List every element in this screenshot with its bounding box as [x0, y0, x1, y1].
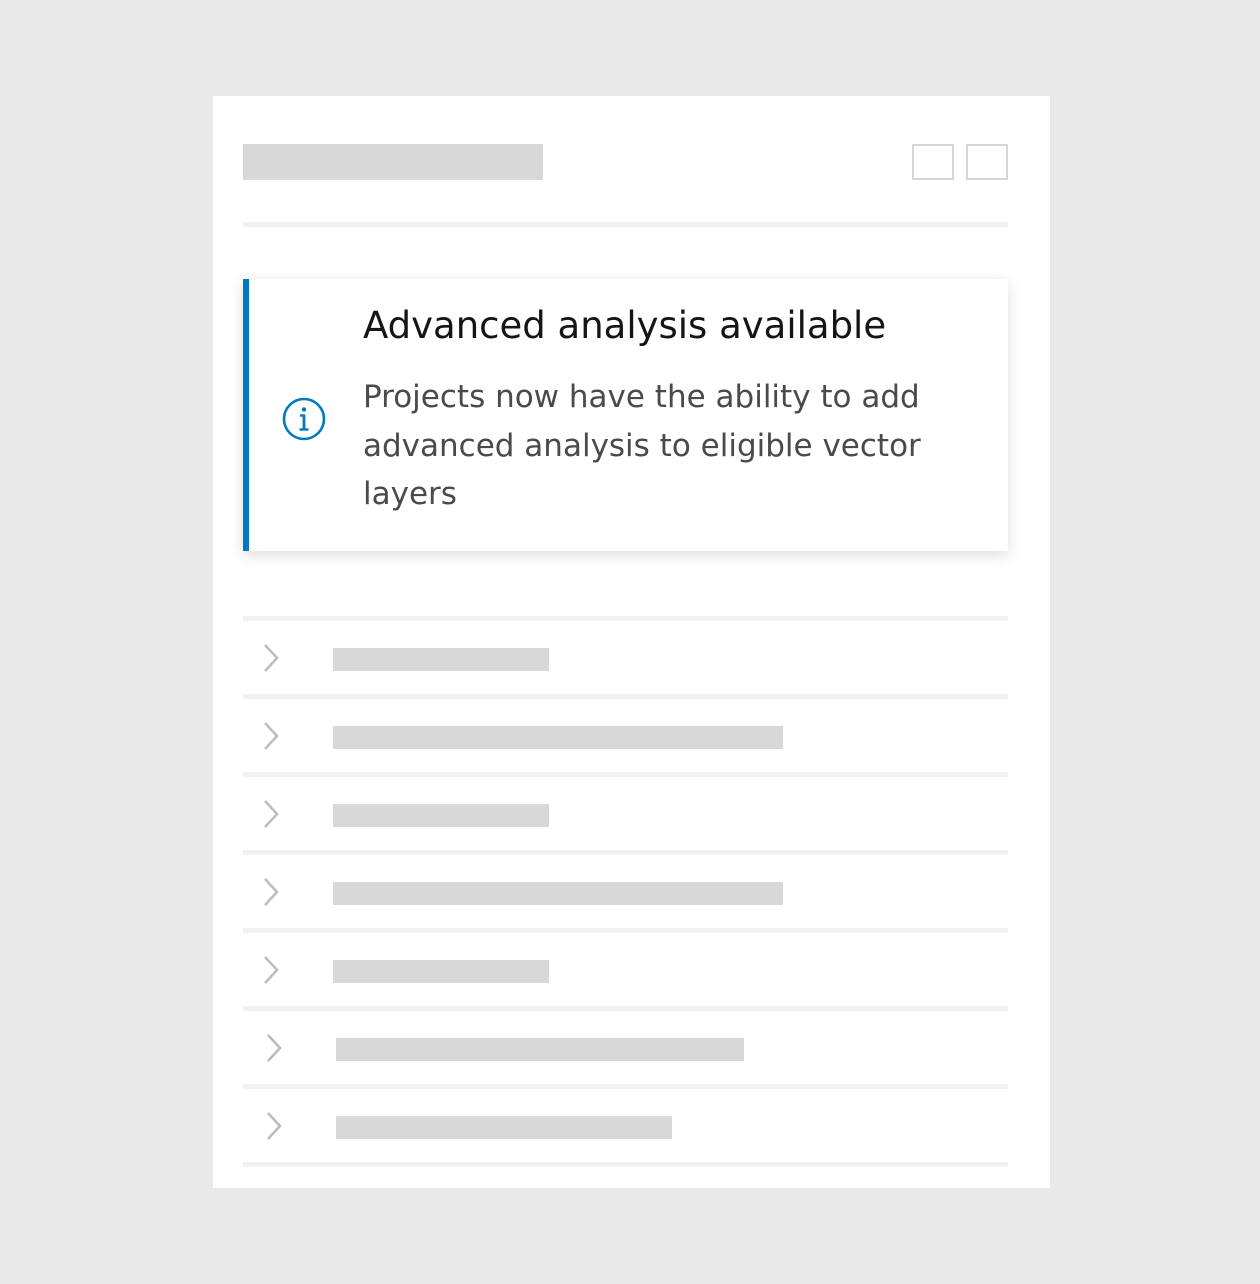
- collapsed-list: [243, 616, 1008, 1167]
- chevron-right-icon: [264, 878, 279, 906]
- list-item-placeholder: [333, 960, 549, 983]
- list-item[interactable]: [243, 772, 1008, 850]
- header-action-button-2[interactable]: [966, 144, 1008, 180]
- chevron-right-icon: [264, 956, 279, 984]
- notice-message: Projects now have the ability to add adv…: [363, 379, 921, 512]
- title-placeholder: [243, 144, 543, 180]
- notice-accent-bar: [243, 279, 249, 551]
- notice: Advanced analysis available Projects now…: [243, 279, 1008, 551]
- list-item[interactable]: [243, 694, 1008, 772]
- chevron-right-icon: [267, 1112, 282, 1140]
- list-item-placeholder: [333, 882, 783, 905]
- list-item-placeholder: [333, 648, 549, 671]
- list-item[interactable]: [243, 1084, 1008, 1162]
- list-item-placeholder: [333, 726, 783, 749]
- list-item[interactable]: [243, 850, 1008, 928]
- chevron-right-icon: [264, 644, 279, 672]
- chevron-right-icon: [264, 800, 279, 828]
- header-divider: [243, 222, 1008, 227]
- list-item-placeholder: [336, 1038, 744, 1061]
- chevron-right-icon: [267, 1034, 282, 1062]
- list-item-placeholder: [333, 804, 549, 827]
- list-item[interactable]: [243, 616, 1008, 694]
- info-icon: [282, 397, 326, 441]
- list-item-placeholder: [336, 1116, 672, 1139]
- chevron-right-icon: [264, 722, 279, 750]
- notice-title: Advanced analysis available: [363, 304, 887, 347]
- list-bottom-divider: [243, 1162, 1008, 1167]
- header-action-button-1[interactable]: [912, 144, 954, 180]
- list-item[interactable]: [243, 1006, 1008, 1084]
- panel: Advanced analysis available Projects now…: [213, 96, 1050, 1188]
- list-item[interactable]: [243, 928, 1008, 1006]
